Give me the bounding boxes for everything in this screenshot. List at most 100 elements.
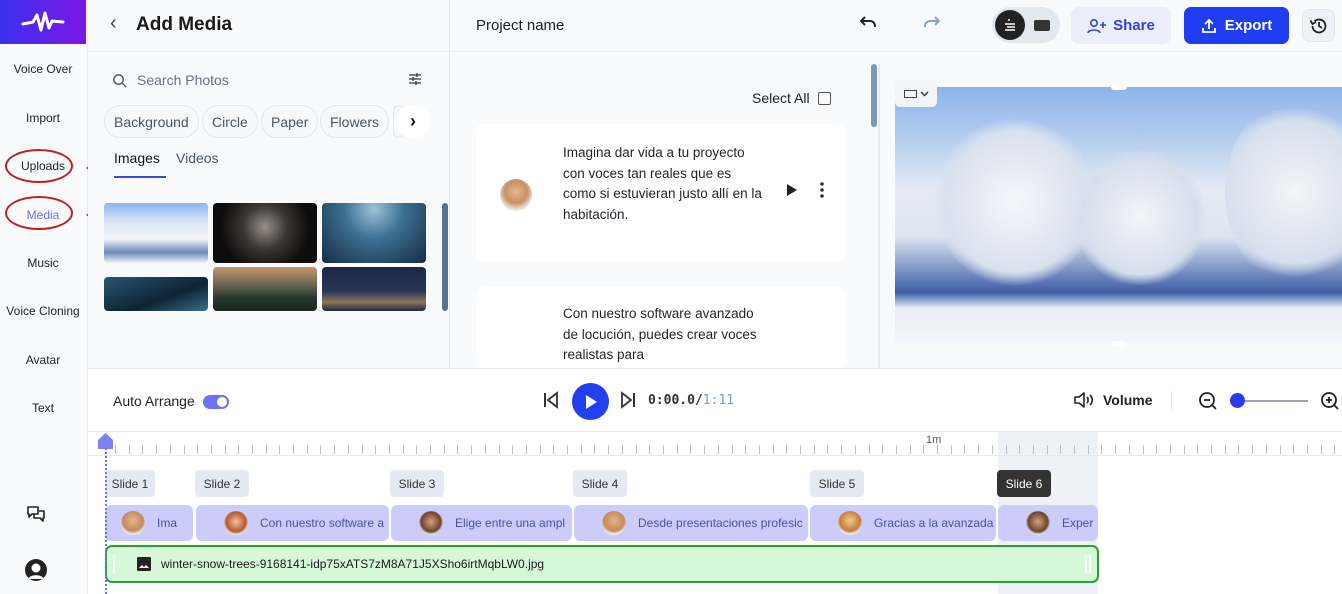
chip-background[interactable]: Background — [104, 105, 199, 138]
ruler-tick — [1252, 445, 1253, 454]
ruler-tick — [1156, 445, 1157, 454]
nav-item-music[interactable]: Music — [0, 256, 86, 270]
ruler-tick — [1225, 445, 1226, 454]
media-track-clip[interactable]: winter-snow-trees-9168141-idp75xATS7zM8A… — [105, 545, 1099, 583]
slide-tag-2[interactable]: Slide 2 — [195, 470, 249, 497]
voice-clip[interactable]: Desde presentaciones profesic — [574, 505, 808, 541]
script-view-icon[interactable] — [995, 10, 1025, 40]
ruler-tick — [225, 445, 226, 454]
ruler-tick — [416, 445, 417, 454]
voice-clip[interactable]: Elige entre una ampl — [391, 505, 572, 541]
trim-handle-right[interactable] — [1085, 555, 1087, 573]
play-button[interactable] — [572, 383, 609, 420]
slide-tag-5[interactable]: Slide 5 — [810, 470, 864, 497]
slide-tag-6[interactable]: Slide 6 — [997, 470, 1051, 497]
slide-tag-4[interactable]: Slide 4 — [573, 470, 627, 497]
ruler-tick — [923, 445, 924, 454]
auto-arrange-toggle[interactable] — [203, 395, 229, 409]
annotation-circle-uploads — [5, 149, 73, 183]
script-card[interactable]: Imagina dar vida a tu proyecto con voces… — [476, 124, 845, 261]
voice-avatar — [838, 511, 862, 535]
ruler-tick — [882, 445, 883, 454]
undo-icon[interactable] — [860, 15, 878, 31]
media-thumbnail-lake-island[interactable] — [213, 267, 317, 311]
export-button[interactable]: Export — [1184, 7, 1289, 44]
playback-bar: Auto Arrange 0:00.0/1:11 Volume — [88, 368, 1342, 432]
resize-handle-bottom[interactable] — [1111, 341, 1127, 347]
playhead-handle[interactable] — [97, 432, 114, 450]
chip-circle[interactable]: Circle — [202, 105, 258, 138]
ruler-tick — [759, 445, 760, 454]
voice-clip[interactable]: Gracias a la avanzada — [810, 505, 996, 541]
user-avatar-icon[interactable] — [24, 558, 48, 587]
slide-tag-3[interactable]: Slide 3 — [390, 470, 444, 497]
toolbar-divider — [1171, 391, 1172, 411]
aspect-ratio-dropdown[interactable] — [895, 80, 937, 107]
ruler-tick — [827, 445, 828, 454]
chip-paper[interactable]: Paper — [261, 105, 319, 138]
ruler-tick — [293, 445, 294, 454]
script-scrollbar[interactable] — [871, 64, 877, 127]
preview-image-winter-trees[interactable] — [895, 84, 1342, 347]
slide-tag-1[interactable]: Slide 1 — [105, 470, 155, 497]
ruler-tick — [964, 445, 965, 454]
zoom-out-icon[interactable] — [1198, 391, 1218, 416]
time-ruler[interactable] — [88, 432, 1342, 456]
slide-view-icon[interactable] — [1034, 20, 1050, 31]
resize-handle-top[interactable] — [1111, 84, 1127, 90]
trim-handle-right[interactable] — [1089, 555, 1091, 573]
ruler-tick — [896, 445, 897, 454]
nav-item-voice-cloning[interactable]: Voice Cloning — [0, 304, 86, 318]
add-media-panel: ‹ Add Media Search Photos Background Cir… — [88, 0, 450, 368]
zoom-slider-track[interactable] — [1242, 400, 1308, 402]
search-photos-input[interactable]: Search Photos — [112, 72, 229, 88]
ruler-tick — [389, 445, 390, 454]
skip-forward-icon[interactable] — [620, 391, 636, 414]
voice-clip[interactable]: Exper — [998, 505, 1098, 541]
back-chevron-icon[interactable]: ‹ — [110, 12, 117, 35]
slide-preview — [880, 52, 1342, 368]
zoom-in-icon[interactable] — [1320, 391, 1340, 416]
voice-clip[interactable]: Con nuestro software a — [196, 505, 389, 541]
redo-icon[interactable] — [922, 15, 940, 31]
media-thumbnail-hooded-figure[interactable] — [213, 203, 317, 263]
ruler-tick — [1293, 445, 1294, 454]
clip-text: Elige entre una ampl — [455, 516, 566, 530]
nav-item-avatar[interactable]: Avatar — [0, 353, 86, 367]
script-text[interactable]: Imagina dar vida a tu proyecto con voces… — [563, 143, 763, 225]
zoom-slider-handle[interactable] — [1230, 393, 1245, 408]
media-thumbnail-underwater[interactable] — [322, 203, 426, 263]
tab-images[interactable]: Images — [114, 150, 160, 166]
nav-item-voice-over[interactable]: Voice Over — [0, 62, 86, 76]
view-mode-toggle[interactable] — [992, 7, 1060, 43]
share-button[interactable]: Share — [1071, 7, 1171, 44]
media-thumbnail-night-sea[interactable] — [322, 267, 426, 311]
media-scrollbar[interactable] — [442, 203, 448, 311]
skip-back-icon[interactable] — [543, 391, 559, 414]
select-all-checkbox[interactable]: Select All — [752, 90, 831, 106]
chips-next-chevron-icon[interactable]: › — [396, 105, 430, 138]
script-card[interactable]: Con nuestro software avanzado de locució… — [476, 287, 845, 368]
clip-text: Ima — [157, 516, 178, 530]
trim-handle-left[interactable] — [113, 555, 115, 573]
play-icon[interactable] — [786, 183, 798, 202]
top-bar: Project name Share Export — [450, 0, 1342, 52]
chip-flowers[interactable]: Flowers — [320, 105, 390, 138]
nav-item-import[interactable]: Import — [0, 111, 86, 125]
voice-avatar[interactable] — [500, 179, 532, 211]
feedback-chat-icon[interactable] — [26, 505, 46, 530]
voice-avatar — [419, 511, 443, 535]
filter-sliders-icon[interactable] — [408, 72, 422, 89]
nav-item-text[interactable]: Text — [0, 401, 86, 415]
media-thumbnail-winter-trees[interactable] — [104, 203, 208, 263]
script-text[interactable]: Con nuestro software avanzado de locució… — [563, 304, 763, 366]
volume-button[interactable]: Volume — [1073, 392, 1153, 408]
version-history-button[interactable] — [1302, 9, 1335, 42]
media-thumbnail-raven[interactable] — [104, 277, 208, 311]
volume-label: Volume — [1103, 392, 1153, 408]
project-name[interactable]: Project name — [476, 17, 564, 34]
tab-videos[interactable]: Videos — [176, 150, 219, 166]
more-options-icon[interactable] — [820, 182, 824, 203]
voice-clip[interactable]: Ima — [105, 505, 193, 541]
app-logo[interactable] — [0, 0, 86, 44]
